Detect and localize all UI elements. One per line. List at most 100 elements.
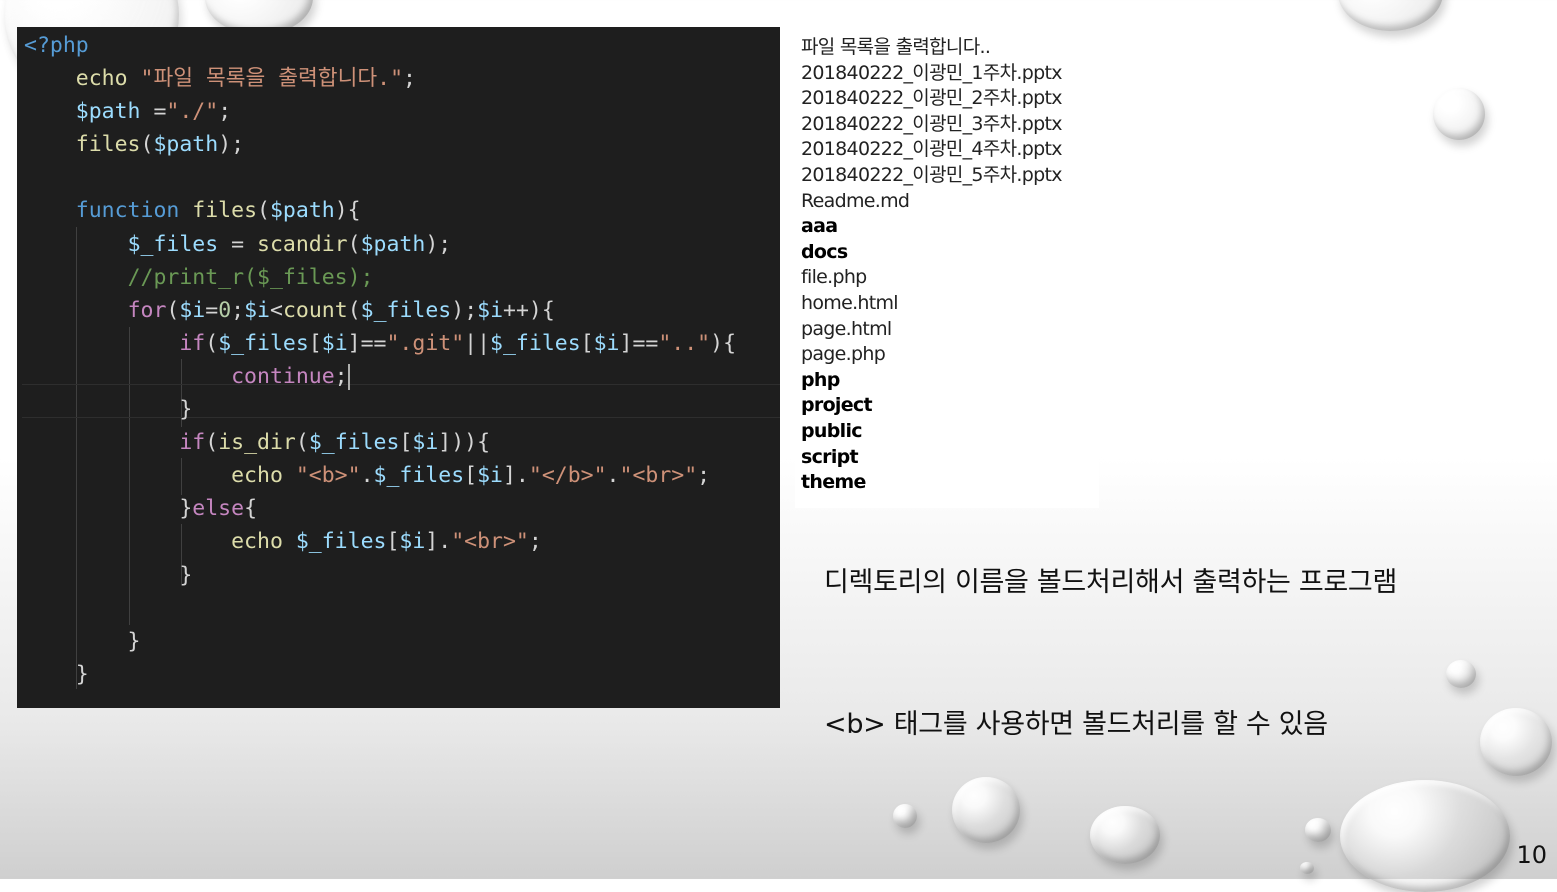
page-number: 10 <box>1516 841 1547 869</box>
code-token: ]. <box>502 463 529 489</box>
code-token: ( <box>347 231 361 257</box>
code-token: $_files <box>218 330 309 356</box>
code-token: ; <box>403 66 416 92</box>
code-token: for <box>127 297 167 323</box>
code-editor: <?php echo "파일 목록을 출력합니다."; $path ="./";… <box>17 27 780 708</box>
code-line: $path ="./"; <box>24 95 736 128</box>
code-token: ){ <box>710 330 737 356</box>
code-line: function files($path){ <box>24 194 736 227</box>
code-token: [ <box>386 529 400 555</box>
code-token: ++){ <box>503 297 555 323</box>
water-droplet-decoration <box>1338 0 1443 31</box>
water-droplet-decoration <box>952 777 1020 843</box>
code-token: "</b>" <box>528 463 607 489</box>
code-token: ( <box>347 297 361 323</box>
code-token: ( <box>166 297 180 323</box>
code-token: is_dir <box>218 430 296 456</box>
slide-tip: <b> 태그를 사용하면 볼드처리를 할 수 있음 <box>824 709 1328 740</box>
output-file-name: page.php <box>801 343 886 366</box>
code-token: ); <box>425 231 452 257</box>
code-token: ])){ <box>438 430 491 456</box>
code-token: if <box>179 430 206 456</box>
code-token: ); <box>218 132 245 158</box>
output-directory-name: docs <box>801 240 848 263</box>
code-token: "./" <box>166 99 219 125</box>
code-token: ]. <box>425 529 452 555</box>
water-droplet-decoration <box>1446 660 1476 688</box>
water-droplet-decoration <box>1300 862 1314 874</box>
code-token: if <box>179 330 206 356</box>
code-token: echo <box>75 66 128 92</box>
code-line: echo $_files[$i]."<br>"; <box>24 525 736 558</box>
code-line: if(is_dir($_files[$i])){ <box>24 426 736 459</box>
code-token: } <box>24 628 141 654</box>
code-token: $path <box>269 198 335 224</box>
output-file-name: 201840222_이광민_1주차.pptx <box>801 61 1062 84</box>
code-token: function <box>75 198 180 224</box>
output-file-name: file.php <box>801 266 867 289</box>
code-token: < <box>270 297 283 323</box>
php-source-code: <?php echo "파일 목록을 출력합니다."; $path ="./";… <box>24 29 736 691</box>
code-token: files <box>192 198 258 224</box>
code-token: } <box>24 661 89 687</box>
code-token: "<br>" <box>619 463 698 489</box>
code-token: <?php <box>24 33 89 58</box>
code-token: ; <box>334 363 348 389</box>
code-token: = <box>218 231 258 257</box>
code-token: $_files <box>308 430 400 456</box>
code-token: [ <box>464 463 478 489</box>
code-token: echo <box>231 463 283 489</box>
output-directory-name: php <box>801 368 840 391</box>
code-token: echo <box>231 529 283 555</box>
output-directory-name: public <box>801 419 863 442</box>
output-directory-name: project <box>801 394 873 417</box>
code-line: files($path); <box>24 128 736 161</box>
code-token: $_files <box>360 297 452 323</box>
code-token: //print_r($_files); <box>127 264 374 290</box>
code-token: ( <box>205 430 219 456</box>
water-droplet-decoration <box>1340 780 1510 892</box>
code-token: $i <box>321 330 348 356</box>
code-token: } <box>24 397 193 423</box>
output-file-name: 파일 목록을 출력합니다.. <box>801 36 991 58</box>
code-token: ( <box>140 132 154 158</box>
code-token: ]== <box>619 330 659 356</box>
code-token: count <box>282 297 348 323</box>
code-token: $path <box>75 99 141 125</box>
output-file-name: 201840222_이광민_4주차.pptx <box>801 138 1062 161</box>
code-token: "<br>" <box>451 529 529 555</box>
code-token: else <box>192 496 245 522</box>
code-token: continue <box>231 363 335 389</box>
code-token: 0 <box>218 297 232 323</box>
code-token: [ <box>580 330 594 356</box>
code-token: $_files <box>127 231 219 257</box>
code-token: ; <box>528 529 542 555</box>
code-line: echo "파일 목록을 출력합니다."; <box>24 62 736 95</box>
code-token: [ <box>308 330 322 356</box>
code-token: files <box>75 132 141 158</box>
code-token: . <box>606 463 620 489</box>
water-droplet-decoration <box>1433 88 1485 140</box>
code-token: } <box>24 562 193 588</box>
code-token: $i <box>399 529 426 555</box>
code-line: } <box>24 559 736 592</box>
code-token: "파일 목록을 출력합니다." <box>140 66 404 92</box>
water-droplet-decoration <box>1090 806 1160 864</box>
code-token: $i <box>412 430 439 456</box>
code-token: scandir <box>257 231 348 257</box>
output-file-name: 201840222_이광민_2주차.pptx <box>801 87 1062 110</box>
code-token: = <box>205 297 219 323</box>
